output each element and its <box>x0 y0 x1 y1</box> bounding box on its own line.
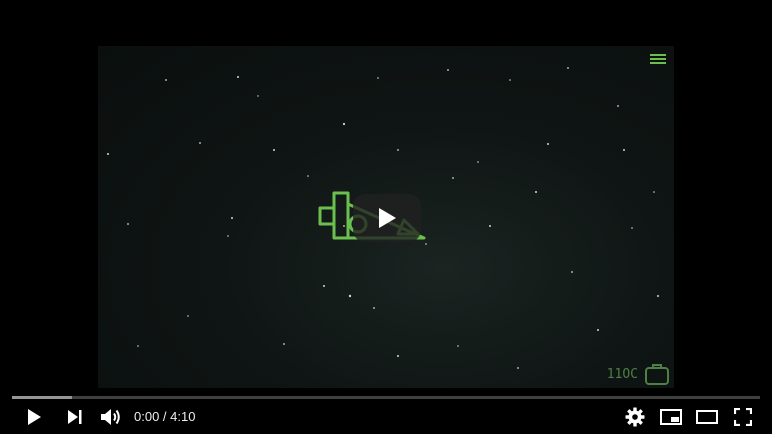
channel-watermark[interactable]: 11OC <box>607 362 670 386</box>
volume-button[interactable] <box>94 400 128 434</box>
watermark-text: 11OC <box>606 366 638 382</box>
time-separator: / <box>159 409 171 424</box>
time-current: 0:00 <box>134 409 160 424</box>
control-bar: 0:00 / 4:10 <box>0 400 772 434</box>
gear-icon <box>625 407 645 427</box>
progress-bar[interactable] <box>12 396 760 399</box>
menu-icon[interactable] <box>648 50 668 68</box>
play-icon <box>28 409 41 425</box>
volume-icon <box>101 409 120 425</box>
fullscreen-button[interactable] <box>726 400 760 434</box>
skip-next-icon <box>68 410 82 424</box>
settings-button[interactable] <box>618 400 652 434</box>
theater-mode-icon <box>696 410 718 424</box>
play-button[interactable] <box>16 400 52 434</box>
fullscreen-icon <box>734 408 752 426</box>
play-icon <box>379 208 396 228</box>
briefcase-icon <box>645 364 669 385</box>
video-player[interactable]: 11OC 0:00 / 4:10 <box>0 0 772 434</box>
time-duration: 4:10 <box>170 409 196 424</box>
big-play-button[interactable] <box>353 194 421 242</box>
miniplayer-button[interactable] <box>654 400 688 434</box>
theater-mode-button[interactable] <box>690 400 724 434</box>
progress-buffered <box>12 396 72 399</box>
next-button[interactable] <box>58 400 92 434</box>
time-display: 0:00 / 4:10 <box>134 400 195 434</box>
miniplayer-icon <box>660 409 682 425</box>
